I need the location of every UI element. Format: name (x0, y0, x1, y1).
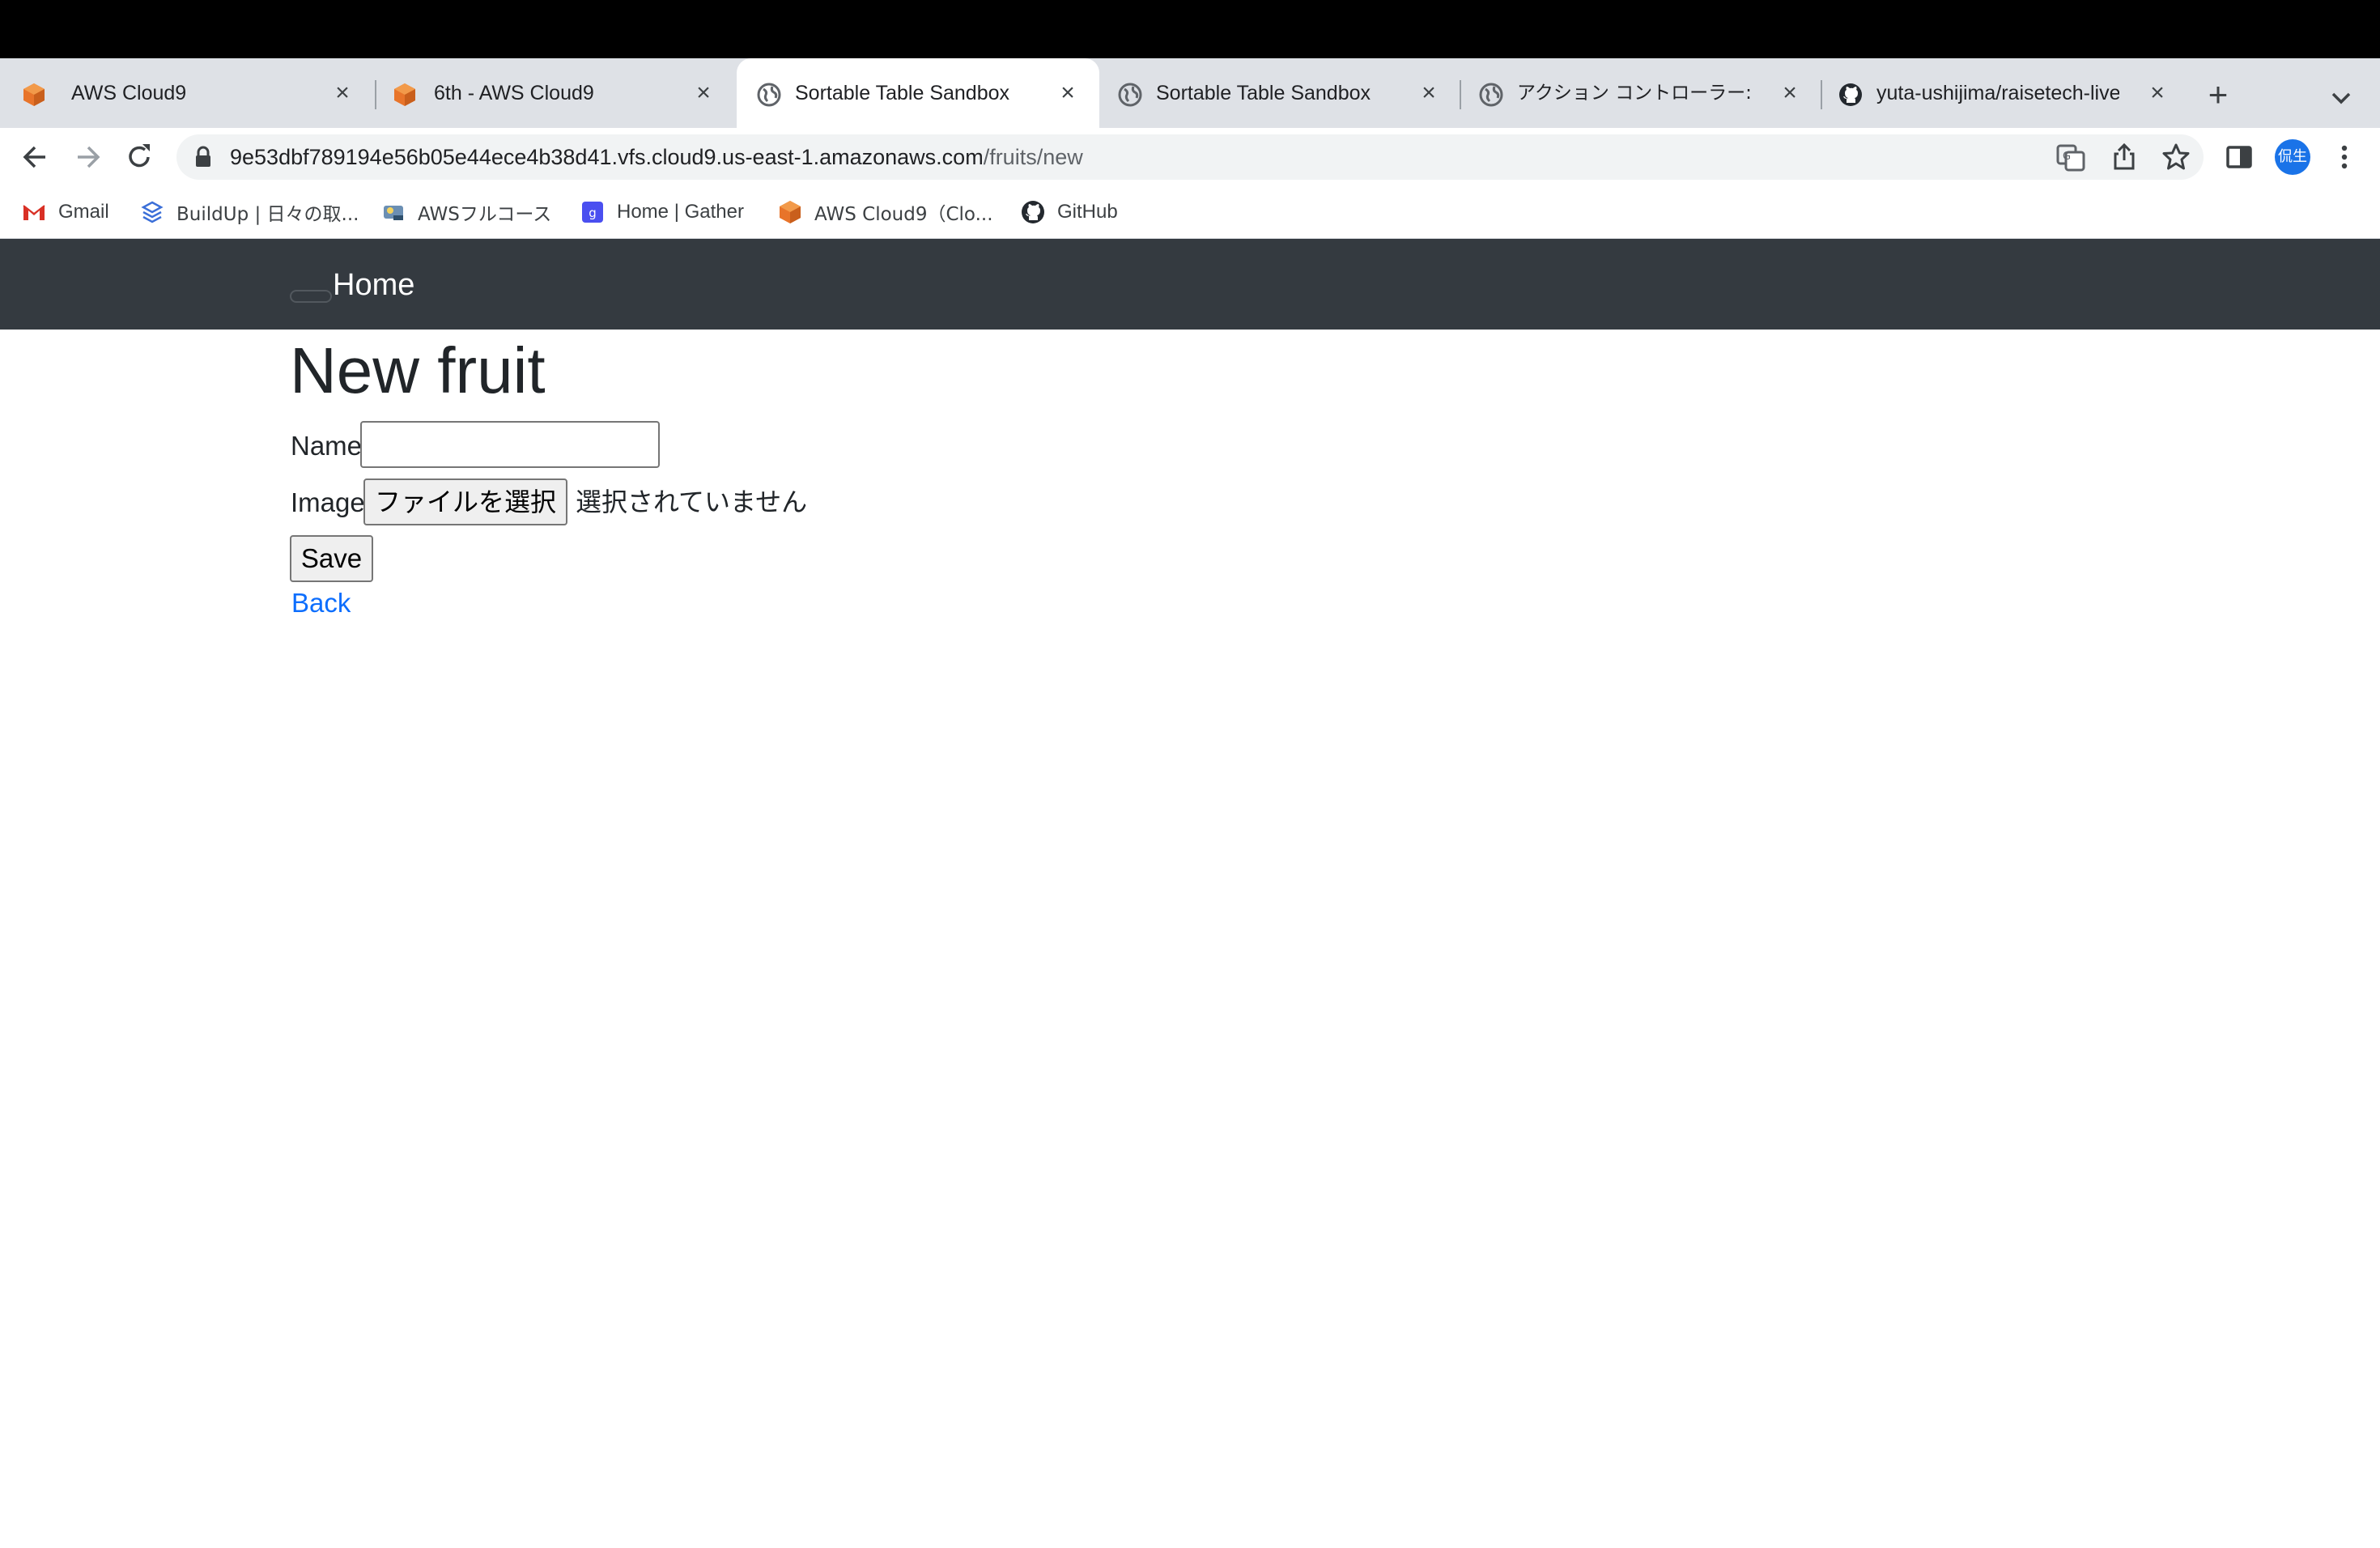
window-top-bar (0, 0, 2380, 58)
url-path: /fruits/new (983, 145, 1083, 169)
bookmark-star-icon[interactable] (2160, 141, 2192, 173)
choose-file-button[interactable]: ファイルを選択 (363, 478, 567, 525)
globe-icon (1118, 83, 1142, 107)
profile-avatar[interactable]: 侃生 (2275, 139, 2310, 175)
tab-action-controller[interactable]: アクション コントローラー: 例外 × (1462, 58, 1821, 128)
globe-icon (757, 83, 781, 107)
svg-text:g: g (589, 206, 597, 220)
buildup-icon (141, 201, 164, 223)
tab-aws-cloud9[interactable]: AWS Cloud9 × (0, 58, 374, 128)
tab-title: 6th - AWS Cloud9 (434, 82, 594, 104)
name-label: Name (291, 431, 363, 461)
back-link[interactable]: Back (291, 587, 351, 619)
bookmark-gmail[interactable]: Gmail (21, 196, 109, 228)
tab-sortable-table-sandbox-active[interactable]: Sortable Table Sandbox × (737, 58, 1099, 128)
tab-title: AWS Cloud9 (71, 82, 187, 104)
tab-separator (1460, 80, 1461, 109)
side-panel-icon[interactable] (2223, 141, 2255, 173)
save-button[interactable]: Save (290, 535, 373, 582)
close-icon[interactable]: × (2144, 79, 2171, 107)
tab-strip: AWS Cloud9 × 6th - AWS Cloud9 × Sortable… (0, 58, 2380, 128)
svg-text:G: G (2063, 151, 2071, 163)
tab-title: yuta-ushijima/raisetech-live (1876, 82, 2119, 104)
page-title: New fruit (290, 334, 546, 406)
github-icon (1022, 201, 1044, 223)
bookmark-github[interactable]: GitHub (1020, 196, 1118, 228)
more-vertical-icon[interactable] (2328, 141, 2361, 173)
close-icon[interactable]: × (1776, 79, 1804, 107)
tab-search-chevron-down-icon[interactable] (2325, 82, 2357, 114)
aws-cloud9-icon (780, 201, 801, 223)
url-text[interactable]: 9e53dbf789194e56b05e44ece4b38d41.vfs.clo… (230, 139, 1083, 175)
gather-icon: g (582, 202, 603, 223)
back-arrow-icon[interactable] (19, 141, 52, 173)
bookmark-label: AWSフルコース (418, 204, 552, 225)
bookmark-aws-full-course[interactable]: AWSフルコース (380, 196, 551, 228)
lock-icon[interactable] (194, 146, 212, 168)
translate-icon[interactable]: G (2055, 141, 2087, 173)
reload-icon[interactable] (123, 141, 155, 173)
tab-sortable-table-sandbox[interactable]: Sortable Table Sandbox × (1101, 58, 1460, 128)
close-icon[interactable]: × (1054, 79, 1082, 107)
new-tab-plus-icon[interactable]: + (2200, 78, 2236, 114)
image-label: Image (291, 487, 365, 517)
navbar-toggler-button[interactable] (290, 290, 332, 303)
navbar-brand-home-link[interactable]: Home (333, 266, 414, 304)
tab-title: Sortable Table Sandbox (1156, 82, 1371, 104)
bookmark-label: GitHub (1057, 201, 1118, 223)
close-icon[interactable]: × (329, 79, 356, 107)
bookmark-aws-cloud9[interactable]: AWS Cloud9（Clo... (777, 196, 993, 228)
close-icon[interactable]: × (690, 79, 717, 107)
file-status-text: 選択されていません (576, 487, 808, 517)
tab-separator (1821, 80, 1822, 109)
gmail-icon (23, 205, 45, 220)
url-host: 9e53dbf789194e56b05e44ece4b38d41.vfs.clo… (230, 145, 984, 169)
bookmark-gather[interactable]: g Home | Gather (580, 196, 744, 228)
bookmark-label: Gmail (58, 201, 109, 223)
globe-icon (1479, 83, 1503, 107)
bookmark-label: BuildUp | 日々の取... (176, 204, 359, 225)
tab-title: アクション コントローラー: 例外 (1517, 83, 1752, 104)
share-icon[interactable] (2108, 141, 2140, 173)
tab-title: Sortable Table Sandbox (795, 82, 1010, 104)
close-icon[interactable]: × (1415, 79, 1443, 107)
bookmark-buildup[interactable]: BuildUp | 日々の取... (139, 196, 359, 228)
tab-6th-aws-cloud9[interactable]: 6th - AWS Cloud9 × (376, 58, 735, 128)
bookmark-label: Home | Gather (617, 201, 744, 223)
github-icon (1839, 83, 1862, 106)
tab-github-raisetech[interactable]: yuta-ushijima/raisetech-live × (1823, 58, 2179, 128)
forward-arrow-icon[interactable] (71, 141, 104, 173)
name-input[interactable] (360, 421, 660, 468)
aws-course-icon (384, 206, 403, 220)
aws-cloud9-icon (23, 83, 45, 106)
aws-cloud9-icon (394, 83, 415, 106)
bookmark-label: AWS Cloud9（Clo... (814, 204, 993, 225)
